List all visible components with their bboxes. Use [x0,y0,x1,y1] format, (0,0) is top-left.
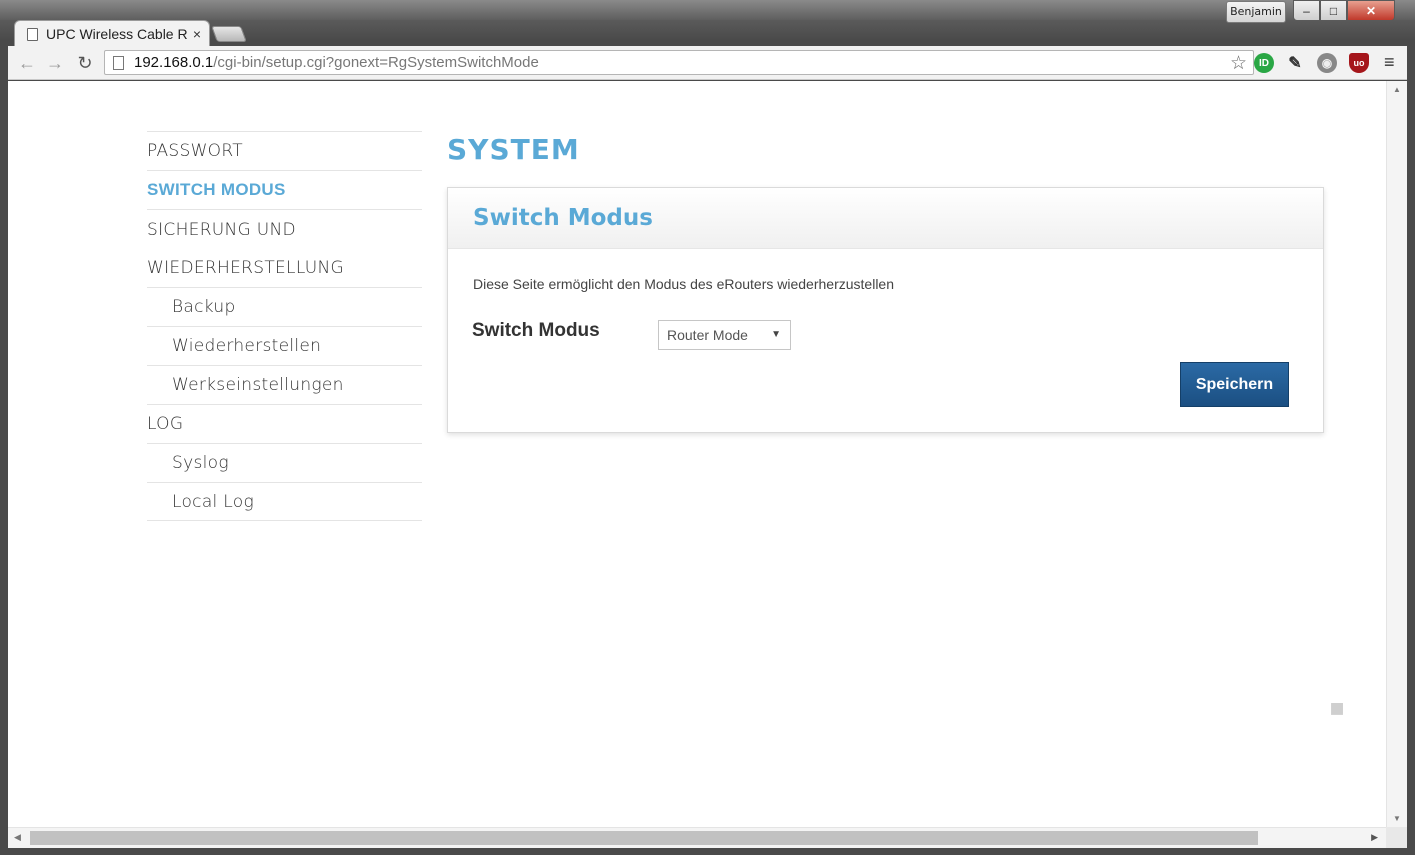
chevron-down-icon: ▼ [771,329,781,340]
sidebar-item-backup[interactable]: Backup [147,287,422,326]
sidebar-item-local-log[interactable]: Local Log [147,482,422,521]
url-host: 192.168.0.1 [134,54,214,71]
close-window-button[interactable]: ✕ [1347,0,1395,21]
address-bar[interactable]: 192.168.0.1/cgi-bin/setup.cgi?gonext=RgS… [104,50,1254,75]
sidebar-item-label: WIEDERHERSTELLUNG [147,257,344,278]
sidebar-item-sicherung[interactable]: SICHERUNG UND WIEDERHERSTELLUNG [147,209,422,287]
url-path: /cgi-bin/setup.cgi?gonext=RgSystemSwitch… [213,54,539,71]
horizontal-scrollbar[interactable]: ◀ ▶ [8,827,1386,848]
switch-mode-panel: Switch Modus Diese Seite ermöglicht den … [447,187,1324,433]
scroll-up-icon[interactable]: ▲ [1393,85,1401,94]
back-icon[interactable]: ← [16,52,38,74]
minimize-button[interactable]: – [1293,0,1320,21]
switch-mode-label: Switch Modus [472,320,600,341]
panel-header: Switch Modus [448,188,1323,249]
sidebar-item-passwort[interactable]: PASSWORT [147,131,422,170]
menu-icon[interactable]: ≡ [1384,52,1395,73]
sidebar-item-label: SICHERUNG UND [147,219,296,240]
profile-button[interactable]: Benjamin [1226,1,1286,23]
new-tab-button[interactable] [211,26,247,42]
scroll-down-icon[interactable]: ▼ [1393,814,1401,823]
scrollbar-thumb[interactable] [30,831,1258,845]
window-controls: – □ ✕ [1293,0,1395,22]
page-icon [113,55,124,70]
tab-title: UPC Wireless Cable R [46,26,188,42]
page-viewport: PASSWORT SWITCH MODUS SICHERUNG UND WIED… [8,81,1386,827]
sidebar-item-syslog[interactable]: Syslog [147,443,422,482]
sidebar-item-werkseinstellungen[interactable]: Werkseinstellungen [147,365,422,404]
save-button[interactable]: Speichern [1180,362,1289,407]
close-tab-icon[interactable]: × [193,26,201,42]
ublock-extension-icon[interactable]: uo [1349,53,1369,73]
title-bar [0,0,1415,20]
maximize-button[interactable]: □ [1320,0,1347,21]
bookmark-star-icon[interactable]: ☆ [1230,52,1247,75]
page-title: SYSTEM [447,133,580,166]
panel-description: Diese Seite ermöglicht den Modus des eRo… [473,276,894,292]
scroll-left-icon[interactable]: ◀ [14,832,21,843]
sidebar-item-switch-modus[interactable]: SWITCH MODUS [147,170,422,209]
id-extension-icon[interactable]: ID [1254,53,1274,73]
sidebar-item-log[interactable]: LOG [147,404,422,443]
browser-toolbar: ← → ↻ 192.168.0.1/cgi-bin/setup.cgi?gone… [8,46,1407,80]
pin-extension-icon[interactable]: ✎ [1285,53,1305,73]
select-value: Router Mode [667,327,748,343]
panel-title: Switch Modus [473,205,653,231]
ghost-extension-icon[interactable]: ◉ [1317,53,1337,73]
browser-tab[interactable]: UPC Wireless Cable R × [14,20,210,47]
vertical-scrollbar[interactable]: ▲ ▼ [1386,81,1407,827]
switch-mode-select[interactable]: Router Mode ▼ [658,320,791,350]
reload-icon[interactable]: ↻ [74,52,96,74]
sidebar-nav: PASSWORT SWITCH MODUS SICHERUNG UND WIED… [147,131,422,521]
sidebar-item-wiederherstellen[interactable]: Wiederherstellen [147,326,422,365]
forward-icon[interactable]: → [44,52,66,74]
scroll-right-icon[interactable]: ▶ [1371,832,1378,843]
scrollbar-corner [1386,827,1407,848]
page-icon [27,27,38,41]
